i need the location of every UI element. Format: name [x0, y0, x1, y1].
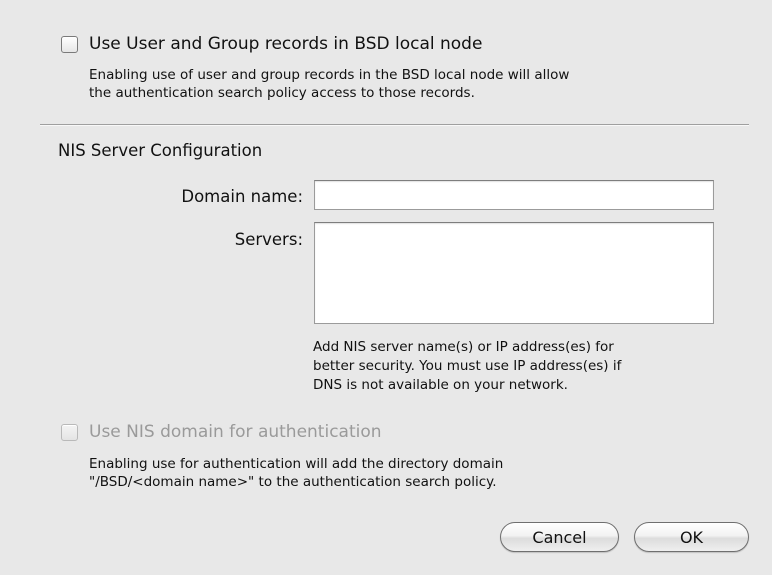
servers-help-line-1: Add NIS server name(s) or IP address(es)… [313, 339, 614, 355]
domain-name-label: Domain name: [181, 187, 303, 206]
bsd-records-help-line-1: Enabling use of user and group records i… [89, 67, 570, 83]
bsd-records-help-line-2: the authentication search policy access … [89, 85, 475, 101]
nis-auth-help-line-2: "/BSD/<domain name>" to the authenticati… [89, 474, 497, 490]
nis-auth-checkbox[interactable] [61, 424, 78, 441]
servers-help-line-3: DNS is not available on your network. [313, 377, 568, 393]
nis-section-title: NIS Server Configuration [58, 141, 263, 160]
bsd-records-checkbox-label[interactable]: Use User and Group records in BSD local … [89, 34, 482, 54]
servers-label: Servers: [234, 230, 303, 249]
nis-auth-checkbox-label[interactable]: Use NIS domain for authentication [89, 422, 382, 442]
ok-button[interactable]: OK [634, 522, 749, 552]
section-divider [40, 124, 749, 125]
servers-help-line-2: better security. You must use IP address… [313, 358, 622, 374]
cancel-button[interactable]: Cancel [500, 522, 619, 552]
nis-auth-help-line-1: Enabling use for authentication will add… [89, 456, 504, 472]
domain-name-input[interactable] [314, 180, 714, 210]
servers-textarea[interactable] [314, 222, 714, 324]
bsd-records-checkbox[interactable] [61, 36, 78, 53]
